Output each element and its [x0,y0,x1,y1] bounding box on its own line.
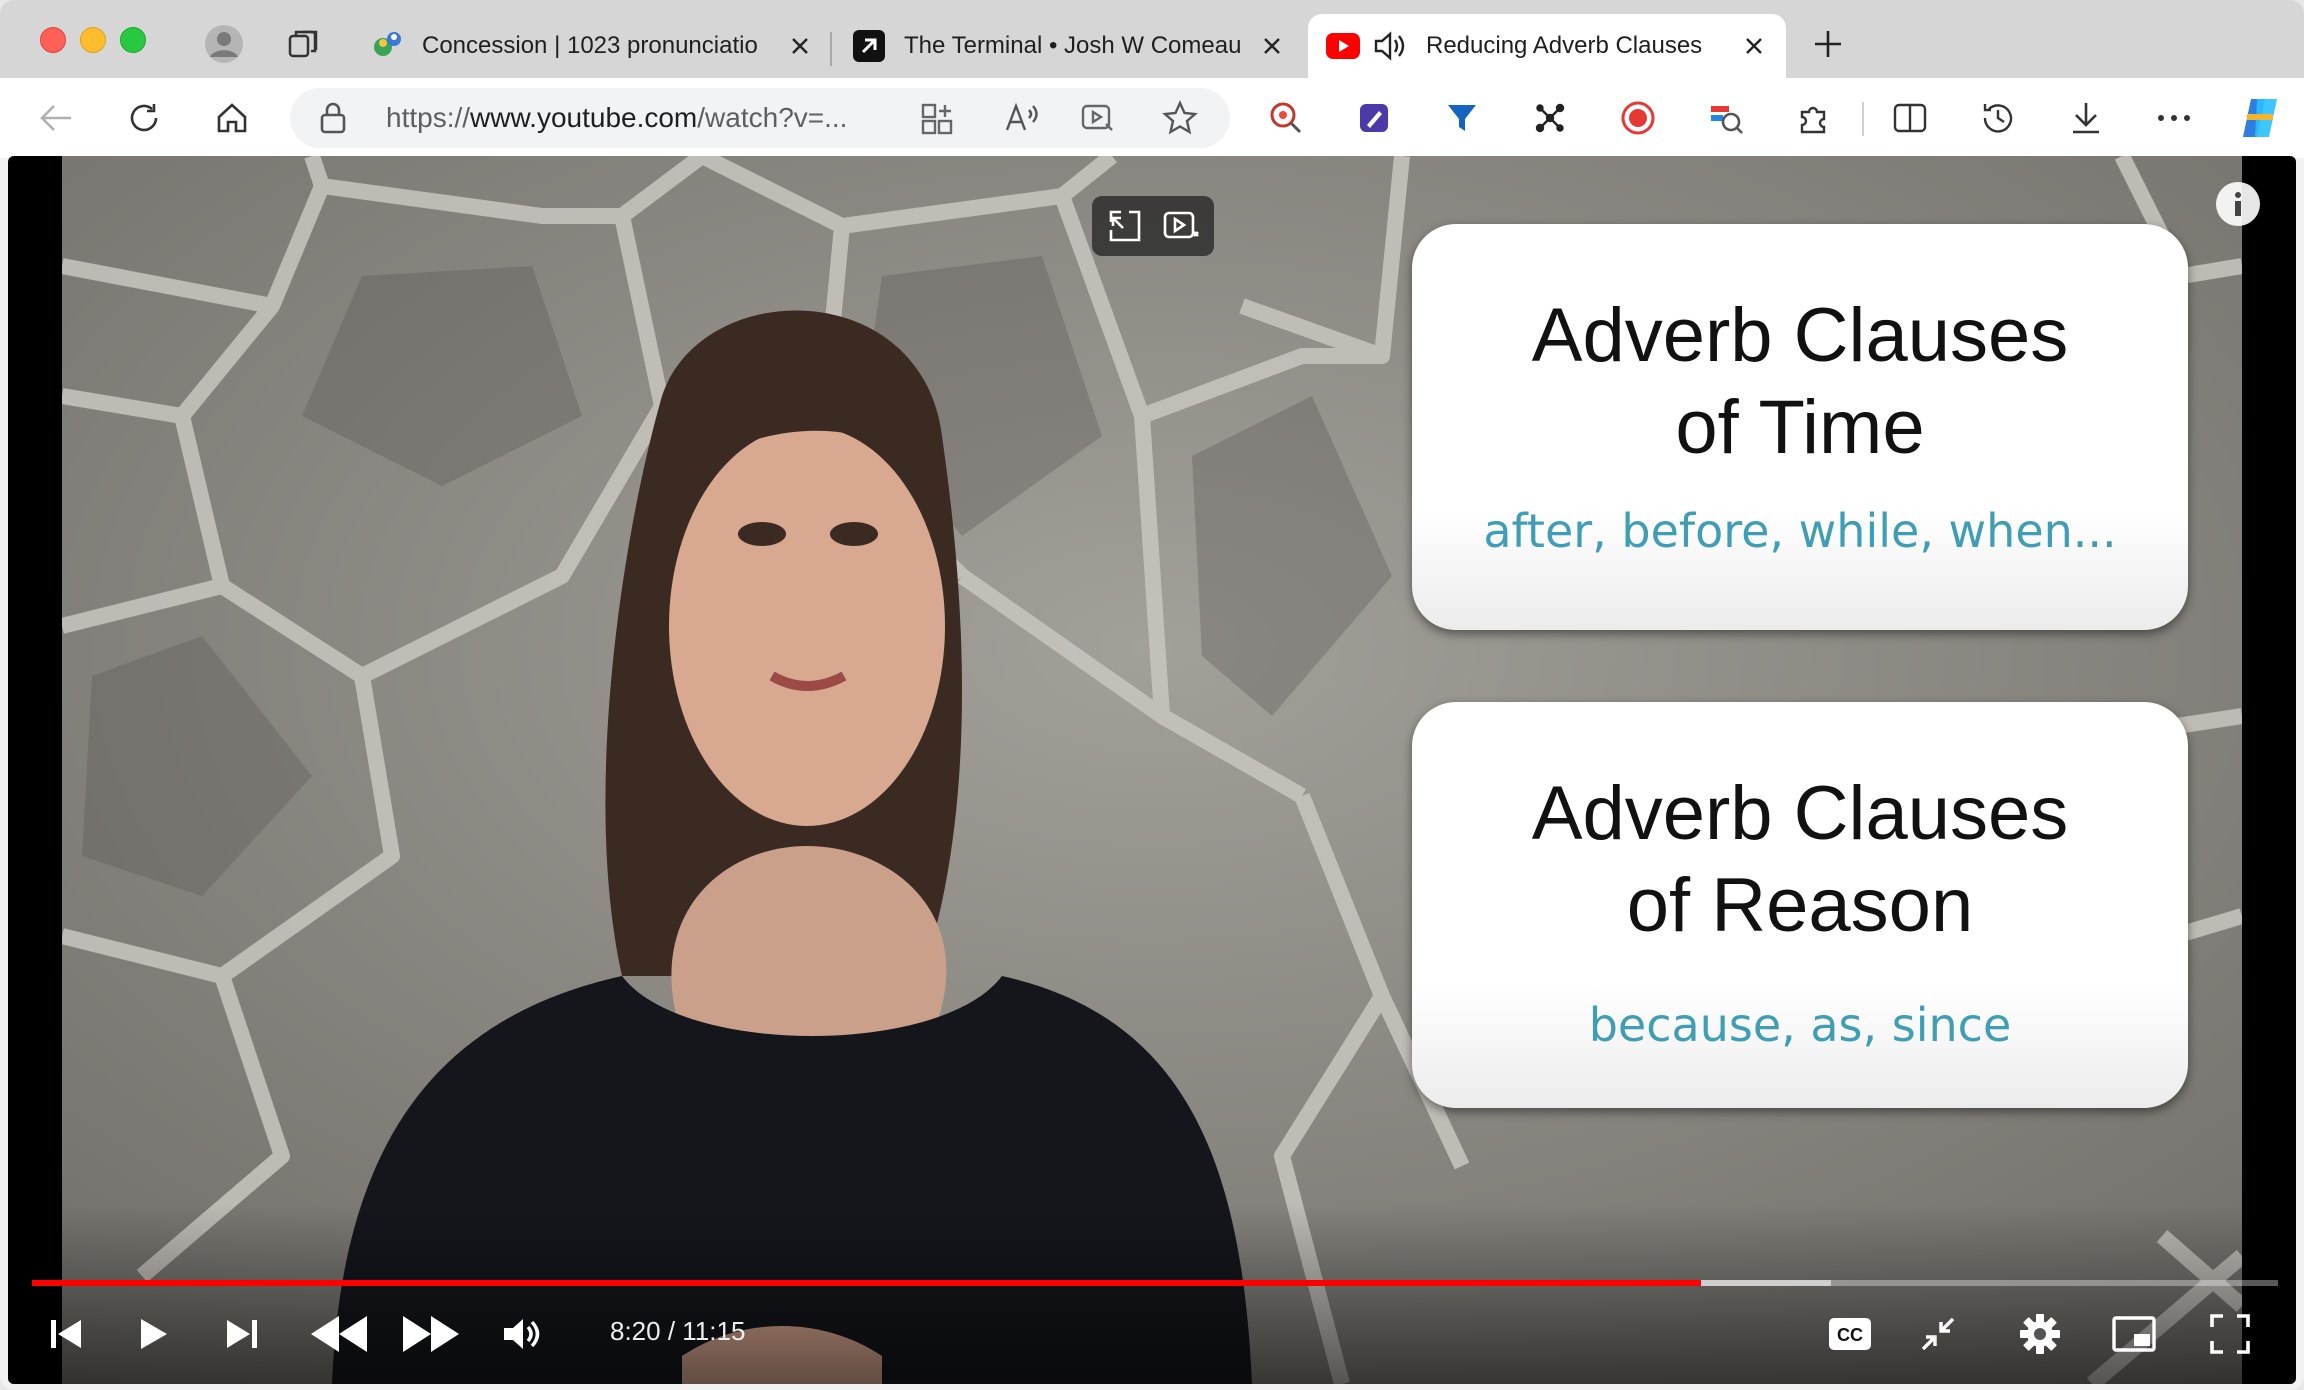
miniplayer-icon[interactable] [2104,1306,2164,1362]
tab-title: Concession | 1023 pronunciatio [422,32,758,59]
next-video-icon[interactable] [214,1306,270,1362]
fullscreen-icon[interactable] [2200,1306,2260,1362]
slide-card-reason: Adverb Clauses of Reason because, as, si… [1412,702,2188,1108]
lock-icon[interactable] [318,101,348,140]
history-icon[interactable] [1972,92,2024,144]
card-heading-line2: of Reason [1626,863,1974,948]
previous-video-icon[interactable] [38,1306,94,1362]
tab-close-icon[interactable] [1258,32,1286,60]
tab-title: Reducing Adverb Clauses [1426,32,1703,59]
workspaces-icon[interactable] [282,22,326,66]
url-scheme: https:// [386,102,471,133]
tab-close-icon[interactable] [1740,32,1768,60]
card-heading-line1: Adverb Clauses [1531,771,2069,856]
speaker-playing-icon[interactable] [1372,29,1406,63]
card-heading-line1: Adverb Clauses [1531,293,2069,378]
close-window-button[interactable] [40,27,66,53]
extensions-puzzle-icon[interactable] [1788,92,1840,144]
downloads-icon[interactable] [2060,92,2112,144]
favorite-star-icon[interactable] [1162,100,1198,141]
maximize-window-button[interactable] [120,27,146,53]
video-ai-icon[interactable] [1153,198,1209,254]
home-button[interactable] [206,92,258,144]
time-display: 8:20 / 11:15 [610,1316,746,1346]
extension-graph-icon[interactable] [1524,92,1576,144]
overlay-button-group [1092,196,1214,256]
card-heading-line2: of Time [1675,385,1925,470]
volume-icon[interactable] [492,1306,552,1362]
exit-theater-mode-icon[interactable] [1908,1306,1968,1362]
played-bar [32,1280,1701,1286]
app-available-icon[interactable] [920,102,954,141]
tab-the-terminal[interactable]: The Terminal • Josh W Comeau [834,14,1304,78]
card-examples: after, before, while, when... [1483,504,2117,558]
card-examples: because, as, since [1588,998,2012,1052]
url-text[interactable]: https://www.youtube.com/watch?v=... [386,102,847,134]
tab-concession[interactable]: Concession | 1023 pronunciatio [352,14,832,78]
info-icon[interactable] [2216,182,2260,226]
extension-funnel-icon[interactable] [1436,92,1488,144]
video-player[interactable]: Adverb Clauses of Time after, before, wh… [8,156,2296,1384]
fast-forward-icon[interactable] [396,1306,466,1362]
arrow-favicon-icon [852,29,886,63]
toolbar-divider [1862,102,1864,136]
back-button[interactable] [30,92,82,144]
settings-gear-icon[interactable] [2010,1306,2070,1362]
url-path: /watch?v=... [697,102,848,133]
rewind-icon[interactable] [304,1306,374,1362]
video-frame[interactable]: Adverb Clauses of Time after, before, wh… [62,156,2242,1384]
url-domain: www.youtube.com [470,102,698,133]
more-options-icon[interactable] [2148,92,2200,144]
svg-text:CC: CC [1837,1325,1863,1345]
video-translate-icon[interactable] [1080,100,1116,141]
tab-title: The Terminal • Josh W Comeau [904,32,1242,59]
record-icon[interactable] [1612,92,1664,144]
tab-separator [830,32,832,66]
extension-highlight-icon[interactable] [1700,92,1752,144]
browser-toolbar: https://www.youtube.com/watch?v=... [0,78,2304,158]
profile-icon[interactable] [202,22,246,66]
browser-window: Concession | 1023 pronunciatio The Termi… [0,0,2304,1390]
tab-reducing-adverb-clauses[interactable]: Reducing Adverb Clauses [1308,14,1786,78]
address-bar[interactable]: https://www.youtube.com/watch?v=... [290,88,1230,148]
extension-notes-icon[interactable] [1348,92,1400,144]
slide-card-time: Adverb Clauses of Time after, before, wh… [1412,224,2188,630]
tab-strip: Concession | 1023 pronunciatio The Termi… [0,0,2304,78]
split-screen-icon[interactable] [1884,92,1936,144]
exit-mini-player-icon[interactable] [1097,198,1153,254]
youtube-favicon-icon [1326,29,1360,63]
refresh-button[interactable] [118,92,170,144]
extension-search-icon[interactable] [1260,92,1312,144]
tab-close-icon[interactable] [786,32,814,60]
new-tab-button[interactable] [1806,22,1850,66]
copilot-icon[interactable] [2234,92,2286,144]
progress-bar[interactable] [32,1280,2278,1286]
play-icon[interactable] [126,1306,182,1362]
read-aloud-icon[interactable] [1004,100,1040,141]
minimize-window-button[interactable] [80,27,106,53]
youglish-favicon-icon [370,29,404,63]
subtitles-cc-icon[interactable]: CC [1820,1306,1880,1362]
